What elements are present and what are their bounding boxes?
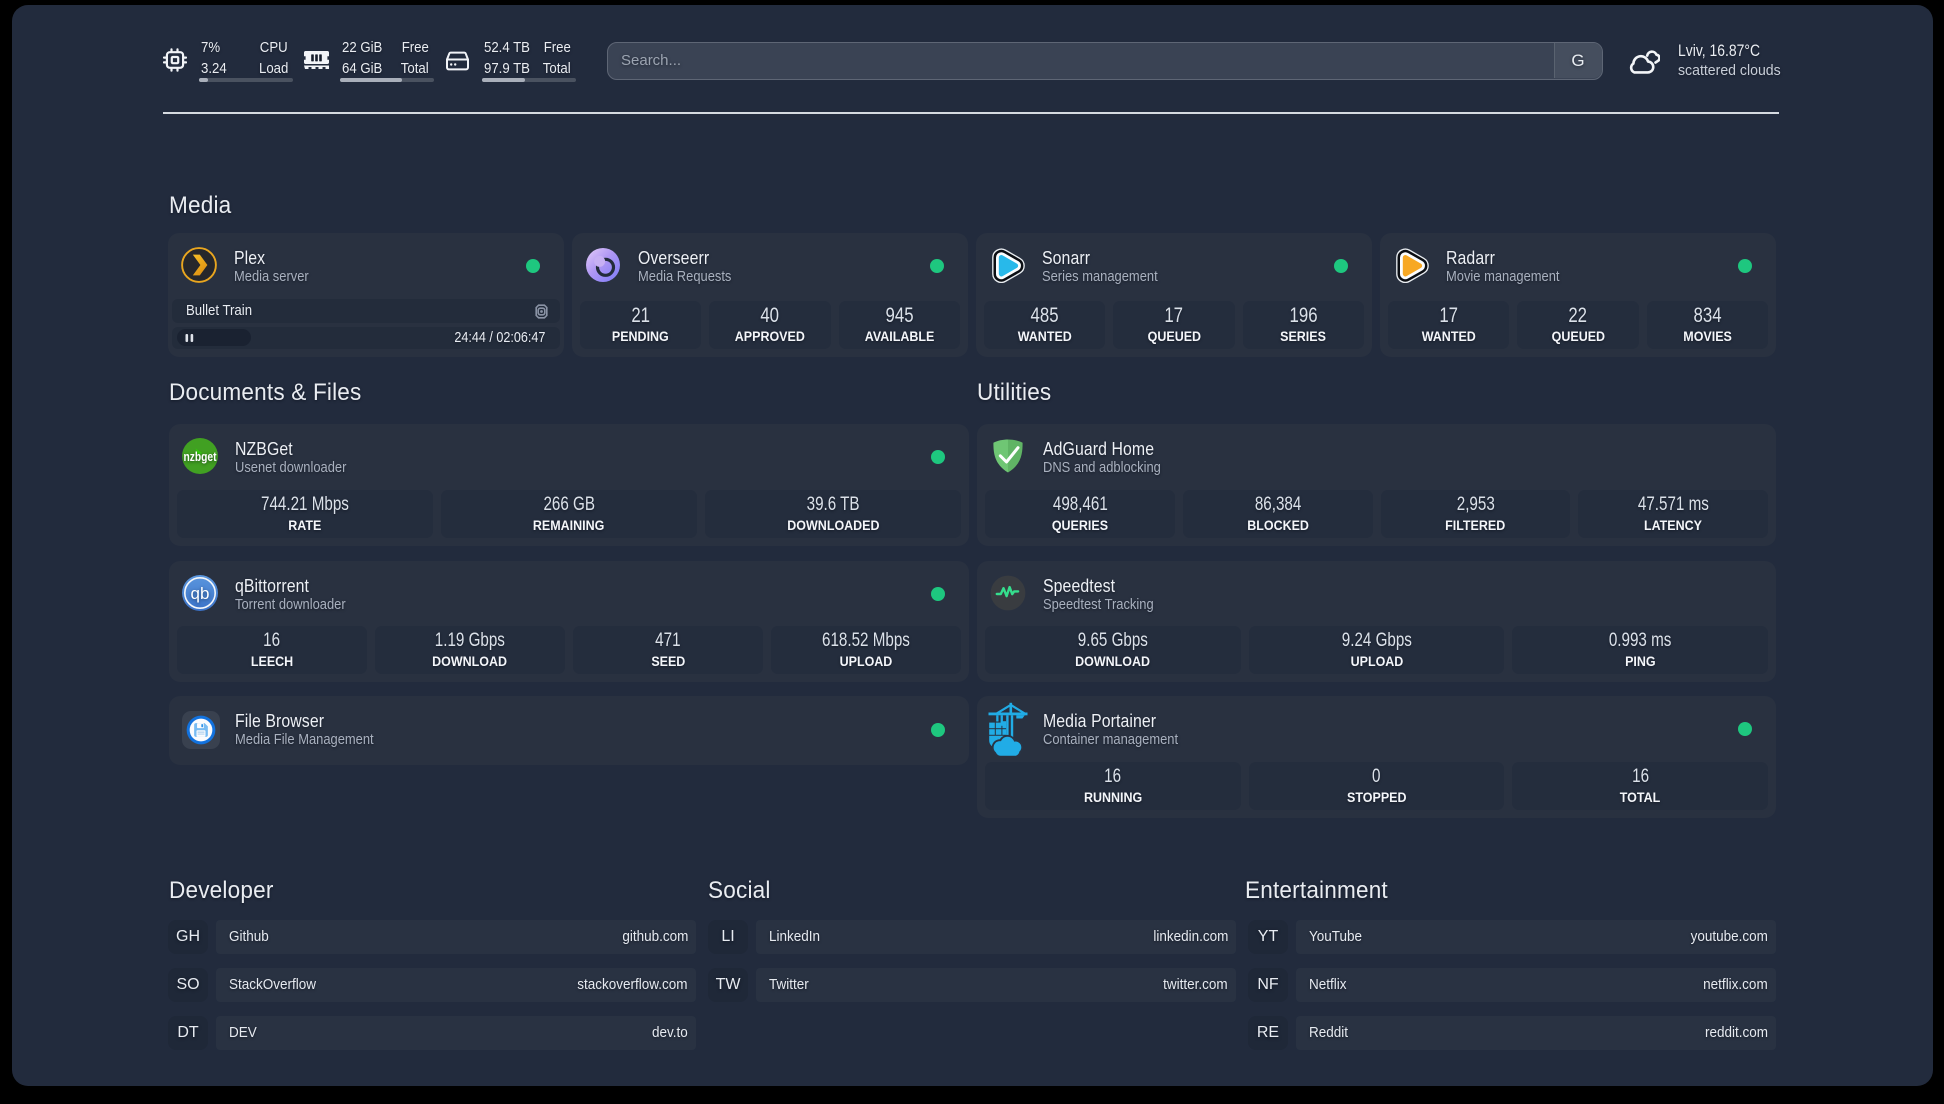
svg-text:nzbget: nzbget xyxy=(183,451,216,464)
svg-text:qb: qb xyxy=(191,584,210,603)
